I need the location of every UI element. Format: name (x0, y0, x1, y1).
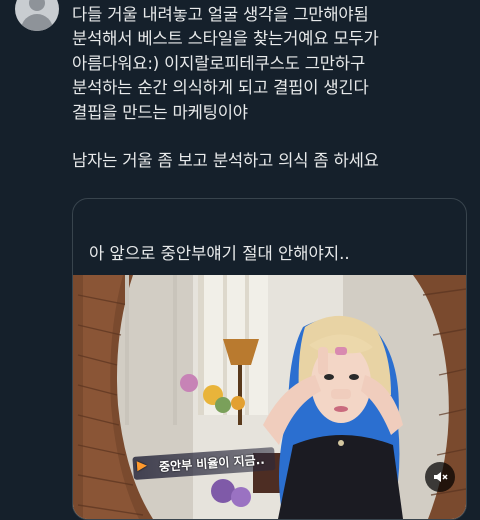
quoted-tweet-video[interactable]: ▶ 중안부 비율이 지금.. (73, 275, 466, 519)
quoted-tweet-card[interactable]: 아 앞으로 중안부얘기 절대 안해야지.. ▶ 중안부 비율이 지금.. (72, 198, 467, 520)
tweet-text-line: 다들 거울 내려놓고 얼굴 생각을 그만해야됨 (72, 5, 369, 24)
avatar-placeholder-body (21, 14, 53, 31)
volume-mute-icon (434, 472, 448, 482)
quoted-tweet-text: 아 앞으로 중안부얘기 절대 안해야지.. (89, 244, 350, 263)
tweet-text-line: 아름다워요:) 이지랄로피테쿠스도 그만하구 (72, 53, 366, 73)
mute-button[interactable] (425, 462, 455, 492)
tweet-text-line: 분석해서 베스트 스타일을 찾는거예요 모두가 (72, 29, 379, 49)
tweet-text: 다들 거울 내려놓고 얼굴 생각을 그만해야됨 분석해서 베스트 스타일을 찾는… (72, 3, 468, 174)
avatar-placeholder-head (29, 0, 45, 11)
caption-arrow-icon: ▶ (136, 457, 148, 474)
user-avatar[interactable] (15, 0, 59, 31)
tweet-text-line: 남자는 거울 좀 보고 분석하고 의식 좀 하세요 (72, 151, 379, 171)
quoted-tweet-header (85, 207, 93, 215)
video-frame-illustration (73, 275, 466, 519)
video-caption-text: 중안부 비율이 지금.. (158, 452, 266, 475)
tweet-text-line: 결핍을 만드는 마케팅이야 (72, 102, 248, 122)
tweet-text-line: 분석하는 순간 의식하게 되고 결핍이 생긴다 (72, 78, 369, 98)
